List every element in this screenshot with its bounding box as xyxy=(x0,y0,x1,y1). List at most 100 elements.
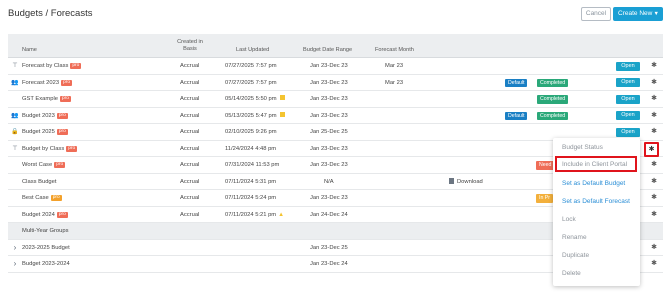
table-row[interactable]: ⊤ Forecast by Class pro Accrual 07/27/2025 7… xyxy=(8,58,663,75)
gear-icon[interactable]: ✱ xyxy=(649,108,659,124)
row-date-range: N/A xyxy=(324,178,334,185)
status-badge: Completed xyxy=(537,111,569,120)
pro-tag: pro xyxy=(50,195,62,201)
row-basis: Accrual xyxy=(180,79,200,86)
row-date-range: Jan 23-Dec 23 xyxy=(310,96,348,102)
row-last-updated-label: 02/10/2025 9:26 pm xyxy=(225,129,277,135)
col-date-range[interactable]: Budget Date Range xyxy=(303,47,352,54)
cancel-button[interactable]: Cancel xyxy=(581,7,611,21)
file-icon xyxy=(449,177,454,184)
gear-icon: ✱ xyxy=(648,146,655,153)
open-button[interactable]: Open xyxy=(616,111,640,120)
status-badge: Completed xyxy=(537,78,569,87)
group-name[interactable]: Budget 2023-2024 xyxy=(22,256,70,272)
menu-item-set-default-forecast[interactable]: Set as Default Forecast xyxy=(562,198,630,205)
row-last-updated-label: 05/14/2025 5:50 pm xyxy=(225,96,277,102)
menu-item-budget-status[interactable]: Budget Status xyxy=(562,144,603,151)
row-name-label: Budget by Class xyxy=(22,145,65,152)
gear-icon[interactable]: ✱ xyxy=(649,240,659,256)
menu-item-rename[interactable]: Rename xyxy=(562,234,587,241)
menu-item-lock[interactable]: Lock xyxy=(562,216,576,223)
download-label: Download xyxy=(457,178,483,185)
row-name-label: Worst Case xyxy=(22,162,53,168)
row-last-updated-label: 07/11/2024 5:24 pm xyxy=(225,195,277,201)
pro-tag: pro xyxy=(56,129,68,135)
row-forecast-month: Mar 23 xyxy=(385,63,404,69)
breadcrumb: Budgets / Forecasts xyxy=(8,8,93,19)
menu-item-duplicate[interactable]: Duplicate xyxy=(562,252,589,259)
row-date-range: Jan 23-Dec 23 xyxy=(310,145,348,152)
col-forecast-month[interactable]: Forecast Month xyxy=(375,47,414,54)
row-date-range: Jan 23-Dec 23 xyxy=(310,195,348,201)
row-name[interactable]: Worst Case pro xyxy=(22,157,66,173)
gear-icon[interactable]: ✱ xyxy=(649,190,659,206)
gear-icon[interactable]: ✱ xyxy=(649,124,659,140)
create-new-button[interactable]: Create New ▼ xyxy=(613,7,663,21)
open-button[interactable]: Open xyxy=(616,127,640,137)
gear-icon[interactable]: ✱ xyxy=(649,174,659,190)
open-button[interactable]: Open xyxy=(616,78,640,87)
table-row[interactable]: 👥 Forecast 2023 pro Accrual 07/27/2025 7:57 … xyxy=(8,74,663,91)
row-name[interactable]: Budget 2025 pro xyxy=(22,124,68,140)
group-name[interactable]: 2023-2025 Budget xyxy=(22,240,70,256)
gear-icon[interactable]: ✱ xyxy=(649,157,659,173)
menu-item-set-default-budget[interactable]: Set as Default Budget xyxy=(562,180,625,187)
row-name[interactable]: GST Example pro xyxy=(22,91,71,107)
row-name[interactable]: Budget 2023 pro xyxy=(22,108,68,124)
row-name[interactable]: Budget 2024 pro xyxy=(22,207,68,223)
gear-icon[interactable]: ✱ xyxy=(649,256,659,272)
row-basis: Accrual xyxy=(180,195,200,201)
row-basis: Accrual xyxy=(180,178,200,185)
col-name[interactable]: Name xyxy=(22,47,37,54)
menu-item-include-client-portal[interactable]: Include in Client Portal xyxy=(562,161,627,168)
pro-tag: pro xyxy=(56,112,68,119)
row-name[interactable]: Class Budget xyxy=(22,174,56,190)
row-name-label: Best Case xyxy=(22,195,49,201)
col-last-updated[interactable]: Last Updated xyxy=(236,47,269,54)
row-date-range: Jan 24-Dec 24 xyxy=(310,211,348,218)
row-last-updated-label: 07/31/2024 11:53 pm xyxy=(225,162,280,168)
chevron-right-icon[interactable]: › xyxy=(8,240,22,256)
col-created-in[interactable]: Created in Basis xyxy=(172,39,208,53)
pro-tag: pro xyxy=(54,162,66,168)
row-name[interactable]: Forecast 2023 pro xyxy=(22,75,72,91)
chevron-down-icon[interactable]: ▼ xyxy=(654,7,659,21)
chevron-right-icon[interactable]: › xyxy=(8,256,22,272)
row-basis: Accrual xyxy=(180,162,200,168)
row-last-updated: 07/11/2024 5:24 pm xyxy=(225,190,276,206)
row-settings-gear-highlighted[interactable]: ✱ xyxy=(644,142,659,157)
row-name-label: GST Example xyxy=(22,96,58,102)
gear-icon[interactable]: ✱ xyxy=(649,91,659,107)
row-last-updated-label: 07/11/2024 5:21 pm xyxy=(225,211,277,218)
row-name-label: Budget 2025 xyxy=(22,129,55,135)
table-row[interactable]: 👥 Budget 2023 pro Accrual 05/13/2025 5:47 pm… xyxy=(8,107,663,124)
default-badge: Default xyxy=(505,78,528,87)
table-row[interactable]: GST Example pro Accrual 05/14/2025 5:50 pm J… xyxy=(8,91,663,108)
open-button[interactable]: Open xyxy=(616,94,640,104)
download-link[interactable]: Download xyxy=(449,174,483,190)
row-last-updated: 07/27/2025 7:57 pm xyxy=(225,75,277,91)
row-basis: Accrual xyxy=(180,211,200,218)
filter-icon: ⊤ xyxy=(12,145,18,152)
gear-icon[interactable]: ✱ xyxy=(649,207,659,223)
gear-icon[interactable]: ✱ xyxy=(649,58,659,74)
row-basis: Accrual xyxy=(180,145,200,152)
open-button[interactable]: Open xyxy=(616,61,640,71)
table-header: Name Created in Basis Last Updated Budge… xyxy=(8,34,663,58)
status-badge: In Pr xyxy=(536,194,553,203)
status-badge: Need xyxy=(536,161,555,170)
row-name[interactable]: Forecast by Class pro xyxy=(22,58,82,74)
row-last-updated: 07/11/2024 5:31 pm xyxy=(225,174,276,190)
row-date-range: Jan 25-Dec 25 xyxy=(310,129,348,135)
row-last-updated-label: 07/27/2025 7:57 pm xyxy=(225,63,277,69)
row-date-range: Jan 23-Dec 23 xyxy=(310,162,348,168)
menu-item-delete[interactable]: Delete xyxy=(562,270,581,277)
row-last-updated: 07/27/2025 7:57 pm xyxy=(225,58,277,74)
gear-icon[interactable]: ✱ xyxy=(649,75,659,91)
row-last-updated: 07/31/2024 11:53 pm xyxy=(225,157,279,173)
row-name[interactable]: Budget by Class pro xyxy=(22,141,78,157)
row-name-label: Budget 2023 xyxy=(22,112,55,119)
row-name[interactable]: Best Case pro xyxy=(22,190,62,206)
pro-tag: pro xyxy=(70,63,82,69)
row-basis: Accrual xyxy=(180,112,200,119)
